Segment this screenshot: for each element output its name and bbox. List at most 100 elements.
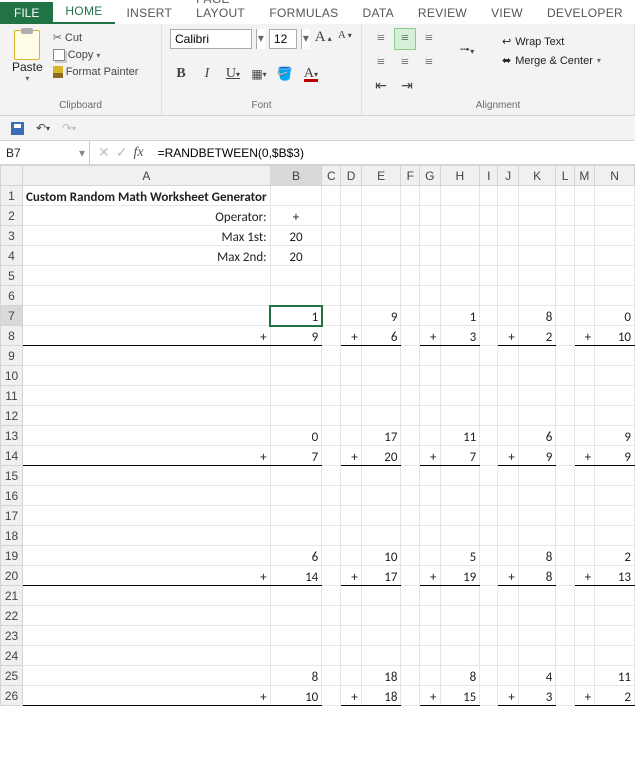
cell-D11[interactable] [341, 386, 361, 406]
cell-K14[interactable]: 9 [518, 446, 556, 466]
cell-J7[interactable] [498, 306, 518, 326]
cell-A18[interactable] [23, 526, 271, 546]
cell-C3[interactable] [322, 226, 341, 246]
cell-C14[interactable] [322, 446, 341, 466]
col-header-B[interactable]: B [270, 166, 322, 186]
cell-A9[interactable] [23, 346, 271, 366]
cell-C7[interactable] [322, 306, 341, 326]
copy-button[interactable]: Copy▾ [51, 48, 141, 62]
cell-J22[interactable] [498, 606, 518, 626]
row-header-3[interactable]: 3 [1, 226, 23, 246]
cell-G2[interactable] [420, 206, 440, 226]
cell-B16[interactable] [270, 486, 322, 506]
cell-A11[interactable] [23, 386, 271, 406]
grow-font-button[interactable]: A▴ [314, 28, 333, 50]
cell-A3[interactable]: Max 1st: [23, 226, 271, 246]
cell-J25[interactable] [498, 666, 518, 686]
cell-K11[interactable] [518, 386, 556, 406]
cell-B11[interactable] [270, 386, 322, 406]
cell-B26[interactable]: 10 [270, 686, 322, 706]
cell-B8[interactable]: 9 [270, 326, 322, 346]
cell-J16[interactable] [498, 486, 518, 506]
cell-G5[interactable] [420, 266, 440, 286]
cell-B14[interactable]: 7 [270, 446, 322, 466]
row-header-12[interactable]: 12 [1, 406, 23, 426]
cell-K23[interactable] [518, 626, 556, 646]
col-header-A[interactable]: A [23, 166, 271, 186]
cell-N25[interactable]: 11 [595, 666, 635, 686]
cell-N11[interactable] [595, 386, 635, 406]
cell-M1[interactable] [574, 186, 594, 206]
cell-J18[interactable] [498, 526, 518, 546]
cell-I11[interactable] [480, 386, 498, 406]
cell-F11[interactable] [401, 386, 420, 406]
cell-G4[interactable] [420, 246, 440, 266]
cell-K21[interactable] [518, 586, 556, 606]
cell-K25[interactable]: 4 [518, 666, 556, 686]
cell-I18[interactable] [480, 526, 498, 546]
cell-I14[interactable] [480, 446, 498, 466]
cell-L14[interactable] [556, 446, 574, 466]
cell-D10[interactable] [341, 366, 361, 386]
cell-N16[interactable] [595, 486, 635, 506]
cell-G11[interactable] [420, 386, 440, 406]
cell-L26[interactable] [556, 686, 574, 706]
cell-N26[interactable]: 2 [595, 686, 635, 706]
cell-L4[interactable] [556, 246, 574, 266]
cell-L6[interactable] [556, 286, 574, 306]
cell-F21[interactable] [401, 586, 420, 606]
cell-G23[interactable] [420, 626, 440, 646]
cell-H9[interactable] [440, 346, 480, 366]
cell-B19[interactable]: 6 [270, 546, 322, 566]
cell-E26[interactable]: 18 [361, 686, 401, 706]
cell-G12[interactable] [420, 406, 440, 426]
cell-D13[interactable] [341, 426, 361, 446]
row-header-16[interactable]: 16 [1, 486, 23, 506]
cell-C6[interactable] [322, 286, 341, 306]
cell-I26[interactable] [480, 686, 498, 706]
cell-H12[interactable] [440, 406, 480, 426]
merge-center-button[interactable]: ⬌Merge & Center▾ [498, 53, 605, 68]
cell-L7[interactable] [556, 306, 574, 326]
cancel-formula-button[interactable]: ✕ [98, 144, 110, 161]
wrap-text-button[interactable]: ↩Wrap Text [498, 34, 605, 49]
row-header-22[interactable]: 22 [1, 606, 23, 626]
cell-J6[interactable] [498, 286, 518, 306]
cell-C15[interactable] [322, 466, 341, 486]
cell-H14[interactable]: 7 [440, 446, 480, 466]
bold-button[interactable]: B [170, 63, 192, 85]
cell-G25[interactable] [420, 666, 440, 686]
cell-F9[interactable] [401, 346, 420, 366]
cell-D5[interactable] [341, 266, 361, 286]
cell-C19[interactable] [322, 546, 341, 566]
worksheet[interactable]: ABCDEFGHIJKLMN1Custom Random Math Worksh… [0, 165, 635, 706]
shrink-font-button[interactable]: A▾ [337, 28, 353, 50]
cell-D23[interactable] [341, 626, 361, 646]
cell-D7[interactable] [341, 306, 361, 326]
cell-M22[interactable] [574, 606, 594, 626]
cell-D2[interactable] [341, 206, 361, 226]
cell-L9[interactable] [556, 346, 574, 366]
cell-E11[interactable] [361, 386, 401, 406]
cell-F18[interactable] [401, 526, 420, 546]
align-bottom-button[interactable]: ≡ [418, 28, 440, 50]
cell-E1[interactable] [361, 186, 401, 206]
cell-D25[interactable] [341, 666, 361, 686]
cell-I22[interactable] [480, 606, 498, 626]
cell-A6[interactable] [23, 286, 271, 306]
cell-A25[interactable] [23, 666, 271, 686]
cell-B15[interactable] [270, 466, 322, 486]
cell-N18[interactable] [595, 526, 635, 546]
cell-C4[interactable] [322, 246, 341, 266]
cell-F6[interactable] [401, 286, 420, 306]
cell-K17[interactable] [518, 506, 556, 526]
cell-C13[interactable] [322, 426, 341, 446]
cell-C10[interactable] [322, 366, 341, 386]
cell-J3[interactable] [498, 226, 518, 246]
tab-insert[interactable]: INSERT [115, 2, 185, 24]
cell-L19[interactable] [556, 546, 574, 566]
cell-C22[interactable] [322, 606, 341, 626]
col-header-H[interactable]: H [440, 166, 480, 186]
cell-N24[interactable] [595, 646, 635, 666]
cell-G3[interactable] [420, 226, 440, 246]
